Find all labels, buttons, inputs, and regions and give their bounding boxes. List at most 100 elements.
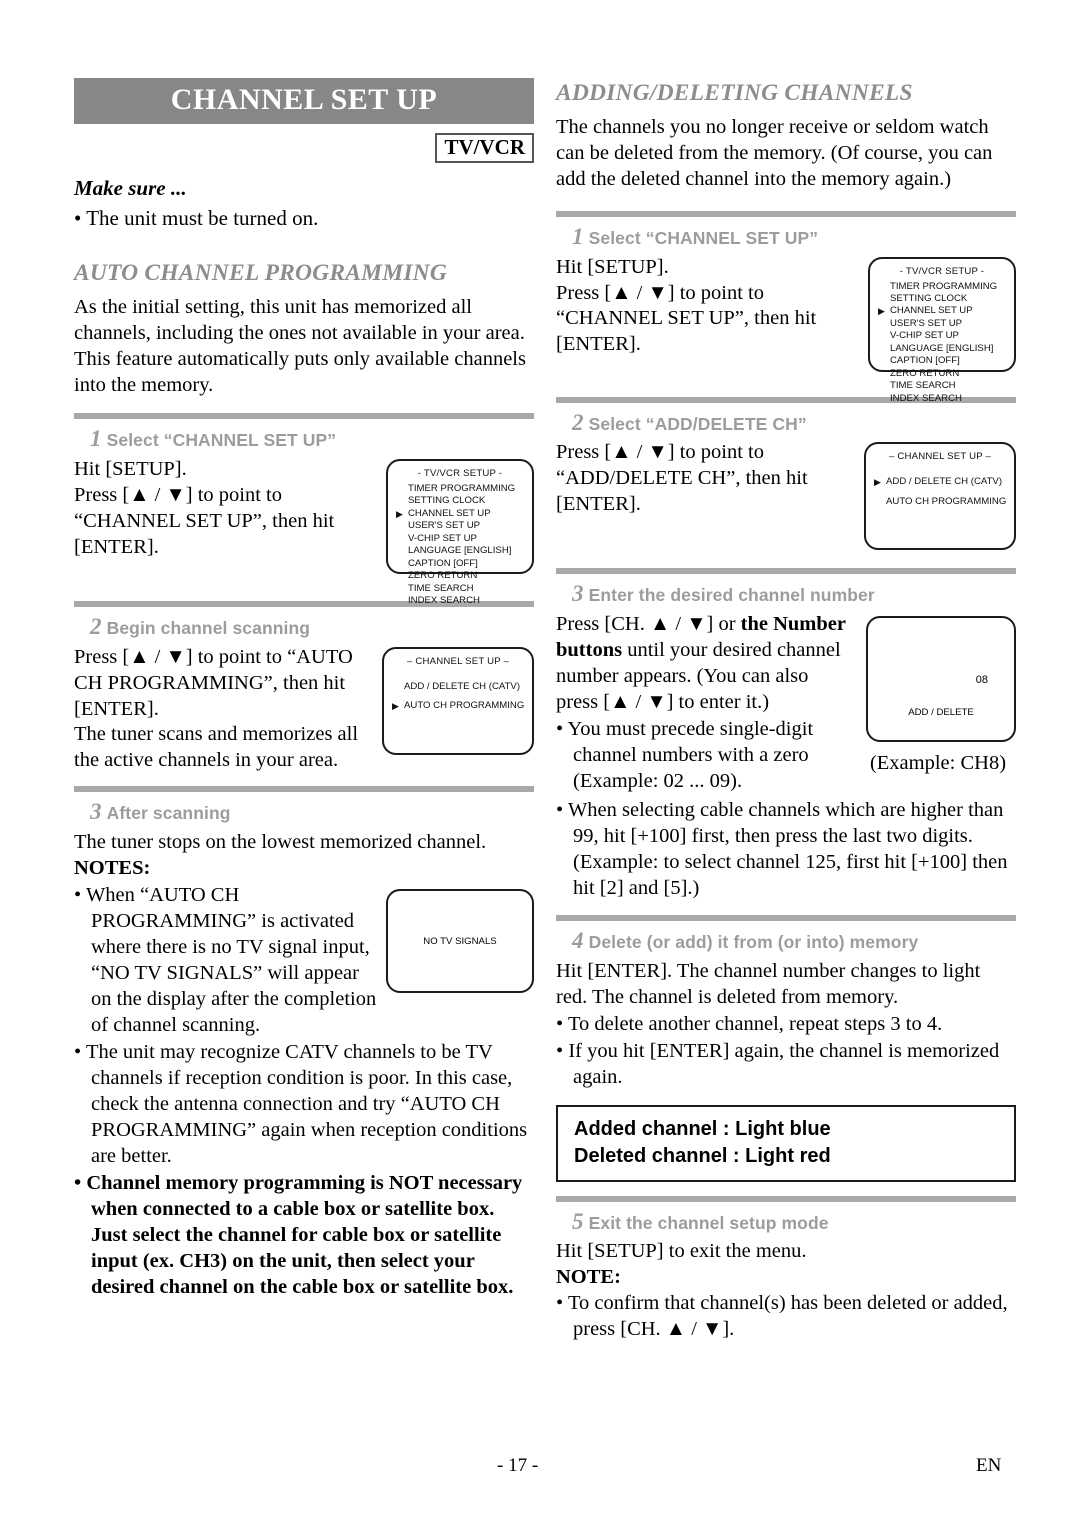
osd-menu-item: TIME SEARCH — [408, 583, 532, 595]
step-title: Select “CHANNEL SET UP” — [106, 430, 337, 451]
color-legend-callout: Added channel : Light blue Deleted chann… — [556, 1104, 1016, 1182]
note-text: You must precede single-digit channel nu… — [567, 717, 814, 792]
step-body-right-3: 08 ADD / DELETE (Example: CH8) Press [CH… — [556, 612, 1016, 902]
osd-menu-item-selected: ▶ CHANNEL SET UP — [396, 507, 532, 520]
step-body-left-3: The tuner stops on the lowest memorized … — [74, 830, 534, 1301]
osd-menu-item-selected: ▶ AUTO CH PROGRAMMING — [392, 700, 532, 712]
osd-menu-item: LANGUAGE [ENGLISH] — [408, 545, 532, 557]
step-title: Select “CHANNEL SET UP” — [588, 227, 819, 248]
note-text: If you hit [ENTER] again, the channel is… — [568, 1039, 1000, 1088]
osd-item-label: ZERO RETURN — [890, 367, 960, 379]
step-text: Press [CH. ▲ / ▼] or the Number buttons … — [556, 612, 846, 716]
step-header-right-1: 1 Select “CHANNEL SET UP” — [572, 223, 1016, 252]
step-line: Hit [SETUP]. — [74, 457, 187, 480]
osd-menu-item: ZERO RETURN — [408, 570, 532, 582]
osd-menu-list: TIMER PROGRAMMING SETTING CLOCK ▶ CHANNEL… — [870, 281, 1014, 406]
osd-menu-list: ▶ ADD / DELETE CH (CATV) AUTO CH PROGRAMM… — [866, 476, 1014, 508]
osd-menu-item: INDEX SEARCH — [890, 393, 1014, 405]
step-line: Hit [ENTER]. The channel number changes … — [556, 959, 981, 1008]
step-body-right-4: Hit [ENTER]. The channel number changes … — [556, 959, 1016, 1091]
osd-menu-item: SETTING CLOCK — [408, 495, 532, 507]
note-item: • When “AUTO CH PROGRAMMING” is activate… — [74, 884, 377, 1037]
step-line: The tuner stops on the lowest memorized … — [74, 831, 487, 854]
osd-item-label: AUTO CH PROGRAMMING — [404, 700, 525, 711]
step-title: Select “ADD/DELETE CH” — [588, 413, 807, 434]
make-sure-label: Make sure ... — [74, 176, 187, 201]
step-number: 2 — [572, 409, 584, 435]
step-line: Press [▲ / ▼] to point to “CHANNEL SET U… — [74, 483, 335, 558]
step-line: The tuner scans and memorizes all the ac… — [74, 723, 359, 772]
step-header-right-2: 2 Select “ADD/DELETE CH” — [572, 409, 1016, 438]
step-title: Exit the channel setup mode — [588, 1212, 829, 1233]
osd-menu-item: INDEX SEARCH — [408, 595, 532, 607]
note-1-wrap: NO TV SIGNALS • When “AUTO CH PROGRAMMIN… — [74, 883, 534, 1039]
osd-item-label: TIME SEARCH — [890, 380, 956, 392]
step-line: Hit [SETUP]. — [556, 255, 669, 278]
step-line: Hit [SETUP] to exit the menu. — [556, 1240, 807, 1263]
pointer-icon: ▶ — [392, 701, 399, 711]
example-caption: (Example: CH8) — [869, 752, 1007, 775]
notes-label: NOTES: — [74, 857, 151, 880]
right-column: ADDING/DELETING CHANNELS The channels yo… — [556, 80, 1016, 1343]
page-number: - 17 - — [497, 1455, 539, 1476]
step-title: Enter the desired channel number — [588, 585, 875, 606]
step-number: 3 — [572, 581, 584, 607]
osd-item-label: INDEX SEARCH — [890, 392, 962, 404]
osd-tvvcr-setup-right: - TV/VCR SETUP - TIMER PROGRAMMING SETTI… — [868, 256, 1016, 404]
step-header-left-2: 2 Begin channel scanning — [90, 613, 534, 642]
step-text: Press [▲ / ▼] to point to “AUTO CH PROGR… — [74, 645, 370, 775]
step-line: Press [▲ / ▼] to point to “ADD/DELETE CH… — [556, 441, 808, 516]
language-code: EN — [976, 1455, 1002, 1476]
step-number: 1 — [90, 426, 102, 452]
osd-menu-item: CAPTION [OFF] — [890, 355, 1014, 367]
step-number: 3 — [90, 799, 102, 825]
osd-menu-item: LANGUAGE [ENGLISH] — [890, 343, 1014, 355]
osd-item-label: V-CHIP SET UP — [890, 330, 959, 342]
step-text: Hit [SETUP]. Press [▲ / ▼] to point to “… — [556, 255, 856, 359]
divider — [556, 1195, 1016, 1202]
step-title: Begin channel scanning — [106, 617, 311, 638]
note-text: When selecting cable channels which are … — [567, 798, 1008, 899]
step-body-right-1: - TV/VCR SETUP - TIMER PROGRAMMING SETTI… — [556, 255, 1016, 404]
divider — [556, 210, 1016, 217]
osd-action-label: ADD / DELETE — [908, 707, 974, 719]
step-body-left-2: – CHANNEL SET UP – ADD / DELETE CH (CATV… — [74, 645, 534, 775]
osd-item-label: LANGUAGE [ENGLISH] — [890, 342, 994, 354]
osd-menu-list: TIMER PROGRAMMING SETTING CLOCK ▶ CHANNEL… — [388, 483, 532, 608]
adding-deleting-intro: The channels you no longer receive or se… — [556, 116, 993, 190]
osd-message: NO TV SIGNALS — [423, 936, 497, 948]
osd-title: - TV/VCR SETUP - — [417, 467, 503, 479]
osd-menu-item: TIMER PROGRAMMING — [408, 483, 532, 495]
step-number: 1 — [572, 223, 584, 249]
osd-menu-item: TIMER PROGRAMMING — [890, 281, 1014, 293]
note-text: To delete another channel, repeat steps … — [567, 1012, 943, 1035]
step-header-left-1: 1 Select “CHANNEL SET UP” — [90, 425, 534, 454]
osd-channel-number: 08 — [975, 674, 988, 687]
osd-menu-item-selected: ▶ ADD / DELETE CH (CATV) — [874, 476, 1014, 488]
step-header-right-5: 5 Exit the channel setup mode — [572, 1208, 1016, 1237]
divider — [74, 413, 534, 420]
section-heading-auto-channel: AUTO CHANNEL PROGRAMMING — [74, 260, 448, 287]
divider — [556, 914, 1016, 921]
note-item: • To delete another channel, repeat step… — [556, 1012, 943, 1035]
osd-item-label: CAPTION [OFF] — [890, 355, 960, 367]
osd-item-label: USER'S SET UP — [890, 317, 963, 329]
step-number: 4 — [572, 927, 584, 953]
step-body-right-2: – CHANNEL SET UP – ▶ ADD / DELETE CH (CAT… — [556, 440, 1016, 560]
make-sure-item: • The unit must be turned on. — [74, 206, 319, 231]
osd-menu-item: V-CHIP SET UP — [890, 330, 1014, 342]
section-heading-adding-deleting: ADDING/DELETING CHANNELS — [556, 80, 913, 106]
osd-item-label: CHANNEL SET UP — [408, 507, 491, 519]
note-text: To confirm that channel(s) has been dele… — [567, 1292, 1008, 1341]
osd-no-tv-signals: NO TV SIGNALS — [386, 889, 534, 994]
osd-add-delete: 08 ADD / DELETE — [866, 616, 1016, 743]
step-line: Press [▲ / ▼] to point to “CHANNEL SET U… — [556, 281, 817, 356]
manual-page: CHANNEL SET UP TV/VCR Make sure ... • Th… — [0, 0, 1080, 1526]
osd-item-label: ADD / DELETE CH (CATV) — [886, 476, 1003, 488]
osd-title: – CHANNEL SET UP – — [406, 655, 510, 667]
osd-item-label: CAPTION [OFF] — [408, 557, 478, 569]
osd-menu-item: TIME SEARCH — [890, 380, 1014, 392]
pointer-icon: ▶ — [878, 306, 885, 317]
divider — [556, 568, 1016, 575]
osd-channel-setup-add: – CHANNEL SET UP – ▶ ADD / DELETE CH (CAT… — [864, 442, 1016, 551]
